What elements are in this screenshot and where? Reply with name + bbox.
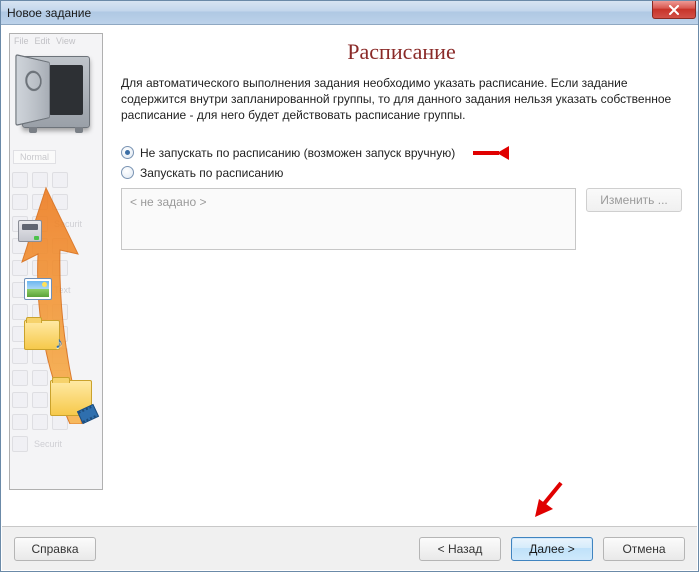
drive-icon (18, 220, 42, 242)
wizard-main: Расписание Для автоматического выполнени… (111, 25, 698, 525)
page-description: Для автоматического выполнения задания н… (121, 75, 678, 124)
schedule-summary-text: < не задано > (130, 195, 206, 209)
fake-menu-item: Edit (35, 36, 51, 46)
fake-menu-item: File (14, 36, 29, 46)
radio-use-schedule-row[interactable]: Запускать по расписанию (121, 166, 684, 180)
close-button[interactable] (652, 1, 696, 19)
fake-menu-item: View (56, 36, 75, 46)
radio-no-schedule[interactable] (121, 146, 134, 159)
sidebar-illustration: File Edit View Normal Securit Text (9, 33, 103, 490)
annotation-arrow-left-icon (469, 147, 509, 159)
radio-no-schedule-row[interactable]: Не запускать по расписанию (возможен зап… (121, 146, 684, 160)
music-folder-icon: ♪ (24, 320, 60, 350)
wizard-sidebar: File Edit View Normal Securit Text (1, 25, 111, 525)
help-button[interactable]: Справка (14, 537, 96, 561)
radio-use-schedule-label: Запускать по расписанию (140, 166, 283, 180)
schedule-summary-box: < не задано > (121, 188, 576, 250)
next-button[interactable]: Далее > (511, 537, 593, 561)
radio-no-schedule-label: Не запускать по расписанию (возможен зап… (140, 146, 455, 160)
safe-icon (22, 56, 90, 136)
fake-tab: Normal (13, 150, 56, 164)
radio-use-schedule[interactable] (121, 166, 134, 179)
back-button[interactable]: < Назад (419, 537, 501, 561)
change-schedule-button[interactable]: Изменить ... (586, 188, 682, 212)
photo-icon (24, 278, 52, 300)
cancel-button[interactable]: Отмена (603, 537, 685, 561)
page-title: Расписание (119, 39, 684, 65)
window-title: Новое задание (7, 6, 91, 20)
close-icon (668, 5, 680, 15)
video-folder-icon (50, 380, 92, 416)
titlebar: Новое задание (1, 1, 698, 25)
wizard-button-bar: Справка < Назад Далее > Отмена (2, 526, 697, 570)
